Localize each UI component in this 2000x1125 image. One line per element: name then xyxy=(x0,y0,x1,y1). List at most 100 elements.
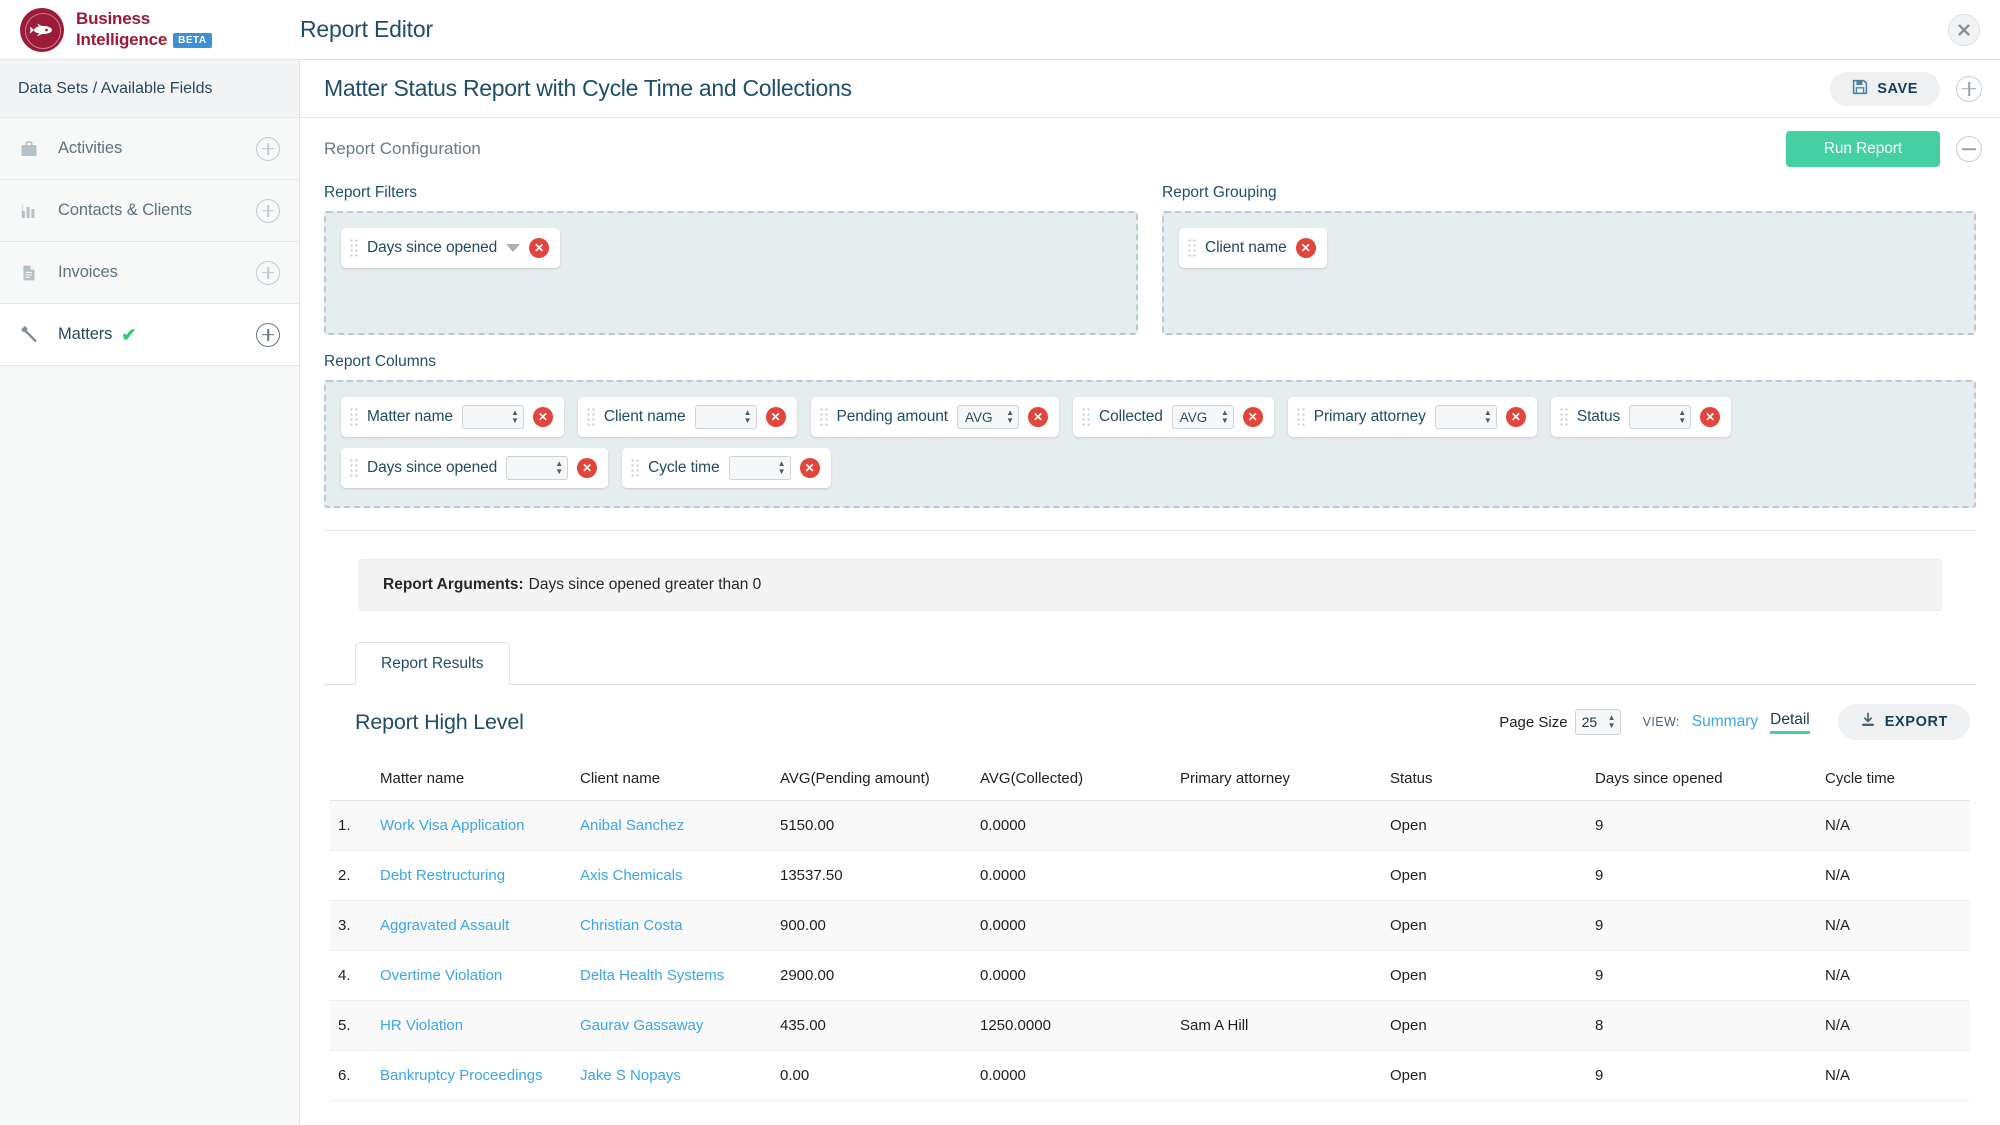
aggregation-select[interactable]: ▲ ▼ xyxy=(694,405,757,429)
sidebar-item-label: Invoices xyxy=(58,263,237,282)
drag-handle-icon[interactable] xyxy=(819,407,828,427)
column-chip-client-name[interactable]: Client name ▲ ▼ ✕ xyxy=(577,397,797,437)
matter-link[interactable]: Overtime Violation xyxy=(380,967,502,984)
drag-handle-icon[interactable] xyxy=(1082,407,1091,427)
remove-icon[interactable]: ✕ xyxy=(799,458,820,478)
remove-icon[interactable]: ✕ xyxy=(577,458,598,478)
row-index: 6. xyxy=(330,1050,372,1101)
client-link[interactable]: Jake S Nopays xyxy=(580,1067,681,1084)
page-size-value: 25 xyxy=(1581,714,1598,730)
report-configuration-label: Report Configuration xyxy=(324,139,481,158)
remove-icon[interactable]: ✕ xyxy=(532,407,553,427)
sidebar-item-contacts-clients[interactable]: Contacts & Clients xyxy=(0,180,299,242)
plus-circle-icon[interactable] xyxy=(1956,75,1982,102)
sidebar-item-label: Contacts & Clients xyxy=(58,201,237,220)
stepper-icon: ▲ ▼ xyxy=(1483,408,1492,425)
aggregation-select[interactable]: ▲ ▼ xyxy=(728,456,791,480)
row-pending-amount: 900.00 xyxy=(772,900,972,951)
client-link[interactable]: Delta Health Systems xyxy=(580,967,724,984)
drag-handle-icon[interactable] xyxy=(1559,407,1568,427)
aggregation-select[interactable]: ▲ ▼ xyxy=(506,456,569,480)
tab-report-results[interactable]: Report Results xyxy=(355,642,510,685)
row-cycle-time: N/A xyxy=(1817,1050,1970,1101)
save-button[interactable]: SAVE xyxy=(1830,71,1940,106)
minus-circle-icon[interactable] xyxy=(1956,136,1982,162)
row-client-name: Gaurav Gassaway xyxy=(572,1000,772,1051)
page-size-select[interactable]: 25 ▲ ▼ xyxy=(1574,709,1621,735)
drag-handle-icon[interactable] xyxy=(631,458,640,478)
stepper-icon: ▲ ▼ xyxy=(510,408,519,425)
filter-chip-days-since-opened[interactable]: Days since opened ✕ xyxy=(341,228,561,268)
sidebar-item-invoices[interactable]: Invoices xyxy=(0,242,299,304)
remove-icon[interactable]: ✕ xyxy=(765,407,786,427)
add-dataset-activities-button[interactable] xyxy=(237,136,299,161)
aggregation-select[interactable]: AVG ▲ ▼ xyxy=(957,405,1020,429)
matter-link[interactable]: Debt Restructuring xyxy=(380,867,505,884)
table-header-index xyxy=(330,759,372,801)
chevron-down-icon[interactable] xyxy=(506,244,521,252)
drag-handle-icon[interactable] xyxy=(1188,238,1196,258)
column-chip-days-since-opened[interactable]: Days since opened ▲ ▼ ✕ xyxy=(341,448,609,488)
table-header-pending-amount: AVG(Pending amount) xyxy=(772,759,972,801)
remove-icon[interactable]: ✕ xyxy=(1700,407,1721,427)
matter-link[interactable]: Aggravated Assault xyxy=(380,917,509,934)
row-primary-attorney xyxy=(1172,850,1382,901)
report-filters-dropzone[interactable]: Days since opened ✕ xyxy=(324,211,1138,335)
export-button[interactable]: EXPORT xyxy=(1837,704,1970,740)
remove-icon[interactable]: ✕ xyxy=(1242,407,1263,427)
column-chip-matter-name[interactable]: Matter name ▲ ▼ ✕ xyxy=(341,397,564,437)
column-chip-collected[interactable]: Collected AVG ▲ ▼ ✕ xyxy=(1073,397,1274,437)
remove-icon[interactable]: ✕ xyxy=(1505,407,1526,427)
client-link[interactable]: Christian Costa xyxy=(580,917,683,934)
drag-handle-icon[interactable] xyxy=(350,458,358,478)
sidebar-item-matters[interactable]: Matters ✔ xyxy=(0,304,299,366)
aggregation-select[interactable]: ▲ ▼ xyxy=(1434,405,1497,429)
remove-icon[interactable]: ✕ xyxy=(1295,238,1316,258)
remove-icon[interactable]: ✕ xyxy=(1028,407,1049,427)
report-grouping-dropzone[interactable]: Client name ✕ xyxy=(1162,211,1976,335)
matter-link[interactable]: HR Violation xyxy=(380,1017,463,1034)
drag-handle-icon[interactable] xyxy=(350,238,358,258)
client-link[interactable]: Gaurav Gassaway xyxy=(580,1017,703,1034)
column-chip-pending-amount[interactable]: Pending amount AVG ▲ ▼ ✕ xyxy=(810,397,1060,437)
table-row: 3. Aggravated Assault Christian Costa 90… xyxy=(330,900,1970,951)
run-report-button[interactable]: Run Report xyxy=(1785,131,1940,167)
add-dataset-contacts-button[interactable] xyxy=(237,198,299,223)
table-header-matter-name: Matter name xyxy=(372,759,572,801)
add-dataset-invoices-button[interactable] xyxy=(237,260,299,285)
stepper-icon: ▲ ▼ xyxy=(555,459,564,476)
briefcase-icon xyxy=(0,140,58,158)
aggregation-select[interactable]: AVG ▲ ▼ xyxy=(1171,405,1234,429)
brand-logo[interactable]: Business Intelligence BETA xyxy=(0,7,300,52)
column-chip-status[interactable]: Status ▲ ▼ ✕ xyxy=(1550,397,1732,437)
drag-handle-icon[interactable] xyxy=(1296,407,1305,427)
row-pending-amount: 0.00 xyxy=(772,1050,972,1101)
aggregation-select[interactable]: ▲ ▼ xyxy=(461,405,524,429)
remove-icon[interactable]: ✕ xyxy=(529,238,550,258)
sidebar-item-activities[interactable]: Activities xyxy=(0,118,299,180)
row-matter-name: Debt Restructuring xyxy=(372,850,572,901)
grouping-chip-client-name[interactable]: Client name ✕ xyxy=(1179,228,1327,268)
grouping-chip-label: Client name xyxy=(1205,239,1287,256)
drag-handle-icon[interactable] xyxy=(586,407,595,427)
view-detail-link[interactable]: Detail xyxy=(1770,711,1810,734)
matter-link[interactable]: Work Visa Application xyxy=(380,817,525,834)
add-dataset-matters-button[interactable] xyxy=(237,322,299,347)
close-icon[interactable] xyxy=(1948,13,1980,46)
drag-handle-icon[interactable] xyxy=(350,407,358,427)
row-client-name: Jake S Nopays xyxy=(572,1050,772,1101)
column-chip-primary-attorney[interactable]: Primary attorney ▲ ▼ ✕ xyxy=(1287,397,1537,437)
table-row: 2. Debt Restructuring Axis Chemicals 135… xyxy=(330,850,1970,901)
aggregation-select[interactable]: ▲ ▼ xyxy=(1629,405,1692,429)
matter-link[interactable]: Bankruptcy Proceedings xyxy=(380,1067,543,1084)
sidebar-label-text: Activities xyxy=(58,139,123,157)
client-link[interactable]: Anibal Sanchez xyxy=(580,817,684,834)
column-chip-cycle-time[interactable]: Cycle time ▲ ▼ ✕ xyxy=(622,448,831,488)
aggregation-value: AVG xyxy=(1179,409,1208,425)
column-chip-label: Pending amount xyxy=(836,408,949,425)
view-summary-link[interactable]: Summary xyxy=(1692,713,1758,731)
row-collected: 0.0000 xyxy=(972,950,1172,1001)
beta-badge: BETA xyxy=(173,33,212,48)
client-link[interactable]: Axis Chemicals xyxy=(580,867,683,884)
report-columns-dropzone[interactable]: Matter name ▲ ▼ ✕ Client name ▲ ▼ ✕ Pend… xyxy=(324,380,1976,508)
